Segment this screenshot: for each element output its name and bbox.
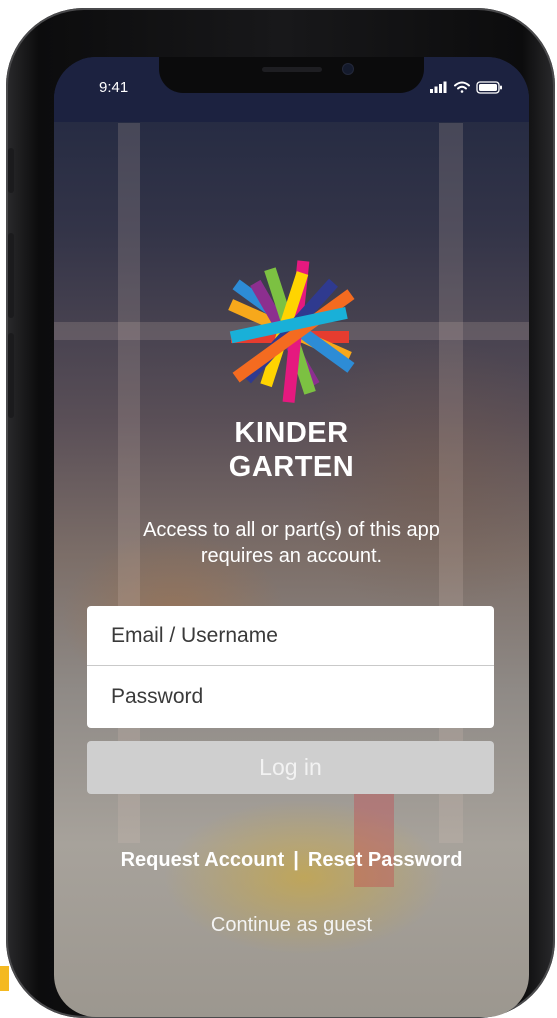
volume-up-button [8,233,14,318]
signal-icon [430,81,447,93]
request-account-link[interactable]: Request Account [121,849,285,872]
silent-switch [8,148,14,193]
front-camera [343,64,353,74]
brand-name-line1: KINDER [234,417,349,449]
brand-name-line2: GARTEN [228,451,355,483]
account-links: Request Account | Reset Password [54,849,529,872]
speaker-grille [262,67,322,72]
status-bar: 9:41 [54,57,529,122]
status-time: 9:41 [99,79,129,96]
status-icons [430,81,502,94]
password-field[interactable]: Password [87,667,494,727]
login-button[interactable]: Log in [87,741,494,794]
battery-icon [476,81,502,94]
continue-as-guest-link[interactable]: Continue as guest [54,914,529,937]
email-username-field[interactable]: Email / Username [87,606,494,666]
reset-password-link[interactable]: Reset Password [308,849,463,872]
app-screen: 9:41 KINDER GARTEN Access to all or part… [54,57,529,1017]
wifi-icon [454,81,470,93]
volume-down-button [8,333,14,418]
kindergarten-logo [228,260,355,403]
corner-accent [0,966,9,991]
notch [159,57,424,93]
login-form: Email / Username Password [87,606,494,728]
account-notice: Access to all or part(s) of this app req… [143,519,440,567]
phone-frame: 9:41 KINDER GARTEN Access to all or part… [6,8,555,1018]
link-separator: | [293,849,299,871]
